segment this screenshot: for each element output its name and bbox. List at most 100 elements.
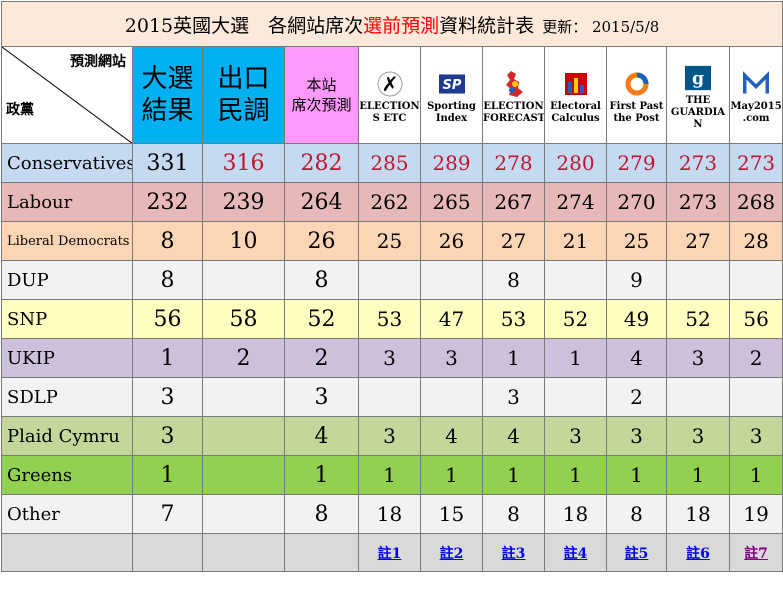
- site-forecast-cell: 18: [358, 494, 421, 534]
- header-exit-poll: 出口 民調: [202, 46, 285, 144]
- header-site-1: ✗ ELECTION S ETC: [358, 46, 421, 144]
- site-forecast-cell: 18: [666, 494, 730, 534]
- header-site-label: Sporting Index: [427, 101, 476, 124]
- site-forecast-cell: 285: [358, 143, 421, 183]
- site-forecast-cell: 4: [482, 416, 545, 456]
- party-name: Labour: [1, 182, 133, 222]
- note-link-3[interactable]: 註3: [502, 546, 526, 562]
- svg-text:SP: SP: [442, 78, 461, 93]
- site-forecast-cell: 1: [666, 455, 730, 495]
- exit-poll-cell: 10: [202, 221, 285, 261]
- result-cell: 8: [132, 221, 203, 261]
- site-forecast-cell: 4: [420, 416, 483, 456]
- own-forecast-cell: 8: [284, 494, 359, 534]
- site-forecast-cell: 25: [606, 221, 667, 261]
- table-row: UKIP 1 2 2 3 3 1 1 4 3 2: [1, 338, 783, 378]
- note-link-2[interactable]: 註2: [440, 546, 464, 562]
- own-forecast-cell: 4: [284, 416, 359, 456]
- site-forecast-cell: [358, 377, 421, 417]
- site-forecast-cell: 8: [482, 494, 545, 534]
- result-cell: 1: [132, 455, 203, 495]
- site-forecast-cell: 270: [606, 182, 667, 222]
- site-forecast-cell: 26: [420, 221, 483, 261]
- table-row: Plaid Cymru 3 4 3 4 4 3 3 3 3: [1, 416, 783, 456]
- result-cell: 331: [132, 143, 203, 183]
- note-cell: 註1: [358, 533, 421, 572]
- party-name: DUP: [1, 260, 133, 300]
- result-cell: 8: [132, 260, 203, 300]
- site-forecast-cell: 27: [482, 221, 545, 261]
- site-forecast-cell: 15: [420, 494, 483, 534]
- site-forecast-cell: 274: [544, 182, 607, 222]
- site-forecast-cell: [728, 260, 783, 300]
- exit-poll-cell: 2: [202, 338, 285, 378]
- site-forecast-cell: 8: [482, 260, 545, 300]
- table-row: DUP 8 8 8 9: [1, 260, 783, 300]
- site-forecast-cell: 3: [358, 416, 421, 456]
- site-forecast-cell: 18: [544, 494, 607, 534]
- site-forecast-cell: [420, 377, 483, 417]
- sporting-index-sp-icon: SP: [438, 71, 465, 97]
- empty-note-cell: [1, 533, 133, 572]
- site-forecast-cell: 28: [728, 221, 783, 261]
- own-forecast-cell: 282: [284, 143, 359, 183]
- site-forecast-cell: 27: [666, 221, 730, 261]
- site-forecast-cell: 56: [728, 299, 783, 339]
- header-party-label: 政黨: [6, 102, 34, 118]
- site-forecast-cell: 278: [482, 143, 545, 183]
- site-forecast-cell: 3: [358, 338, 421, 378]
- note-link-6[interactable]: 註6: [686, 546, 710, 562]
- exit-poll-cell: [202, 416, 285, 456]
- note-link-1[interactable]: 註1: [378, 546, 402, 562]
- table-row: Greens 1 1 1 1 1 1 1 1 1: [1, 455, 783, 495]
- exit-poll-cell: 58: [202, 299, 285, 339]
- table-row: SDLP 3 3 3 2: [1, 377, 783, 417]
- note-link-5[interactable]: 註5: [625, 546, 649, 562]
- exit-poll-cell: [202, 494, 285, 534]
- exit-poll-cell: 239: [202, 182, 285, 222]
- note-link-4[interactable]: 註4: [564, 546, 588, 562]
- site-forecast-cell: 273: [728, 143, 783, 183]
- note-link-7[interactable]: 註7: [744, 546, 768, 562]
- site-forecast-cell: [420, 260, 483, 300]
- site-forecast-cell: 1: [544, 455, 607, 495]
- page-title: 2015英國大選 各網站席次選前預測資料統計表 更新： 2015/5/8: [0, 1, 783, 47]
- site-forecast-cell: 1: [728, 455, 783, 495]
- site-forecast-cell: 2: [606, 377, 667, 417]
- table-row: SNP 56 58 52 53 47 53 52 49 52 56: [1, 299, 783, 339]
- site-forecast-cell: 1: [544, 338, 607, 378]
- site-forecast-cell: 52: [544, 299, 607, 339]
- result-cell: 56: [132, 299, 203, 339]
- own-forecast-cell: 3: [284, 377, 359, 417]
- site-forecast-cell: 280: [544, 143, 607, 183]
- exit-poll-cell: [202, 260, 285, 300]
- site-forecast-cell: [544, 260, 607, 300]
- site-forecast-cell: 19: [728, 494, 783, 534]
- site-forecast-cell: 1: [420, 455, 483, 495]
- note-cell: 註7: [728, 533, 783, 572]
- table-row: Conservatives 331 316 282 285 289 278 280 279 273…: [1, 143, 783, 183]
- header-own-forecast: 本站 席次預測: [284, 46, 359, 144]
- site-forecast-cell: [666, 260, 730, 300]
- title-suffix: 資料統計表: [439, 14, 535, 37]
- site-forecast-cell: 273: [666, 182, 730, 222]
- site-forecast-cell: [358, 260, 421, 300]
- exit-poll-cell: [202, 455, 285, 495]
- site-forecast-cell: [544, 377, 607, 417]
- site-forecast-cell: 47: [420, 299, 483, 339]
- note-cell: 註4: [544, 533, 607, 572]
- notes-row: 註1 註2 註3 註4 註5 註6 註7: [1, 533, 783, 572]
- election-forecast-map-icon: [501, 71, 527, 97]
- table-row: Liberal Democrats 8 10 26 25 26 27 21 25 27 28: [1, 221, 783, 261]
- result-cell: 3: [132, 416, 203, 456]
- site-forecast-cell: 273: [666, 143, 730, 183]
- empty-note-cell: [202, 533, 285, 572]
- update-date: 更新： 2015/5/8: [542, 17, 660, 36]
- header-site-6: g THE GUARDIA N: [666, 46, 730, 144]
- party-name: Plaid Cymru: [1, 416, 133, 456]
- site-forecast-cell: 268: [728, 182, 783, 222]
- header-site-label: First Past the Post: [609, 101, 664, 124]
- site-forecast-cell: 267: [482, 182, 545, 222]
- own-forecast-cell: 2: [284, 338, 359, 378]
- site-forecast-cell: 25: [358, 221, 421, 261]
